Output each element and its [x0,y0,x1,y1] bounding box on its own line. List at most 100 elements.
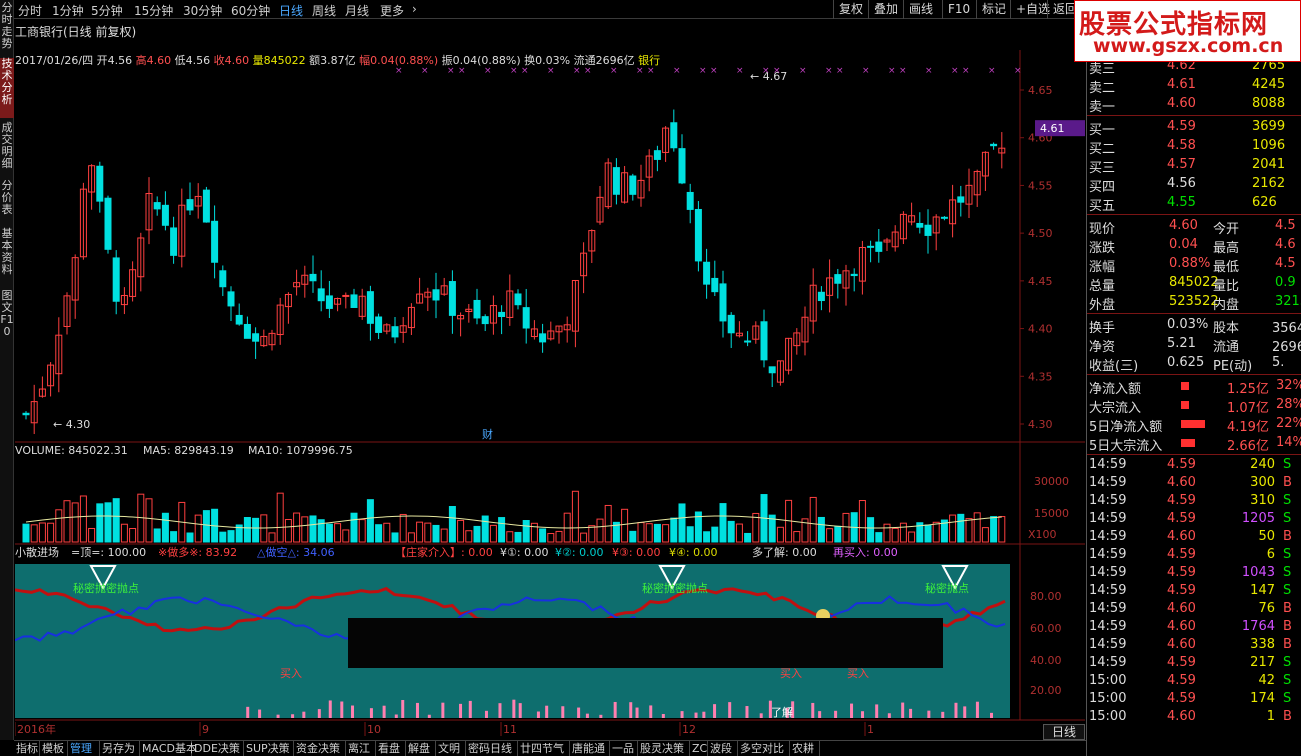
timeframe-0[interactable]: 分时 [18,2,42,19]
signal-mark: × [825,66,833,76]
bottom-tab-2[interactable]: 管理 [68,741,100,756]
bottom-tab-20[interactable]: 农耕 [790,741,820,756]
volume-bar [145,498,153,543]
histogram-bar [518,703,522,718]
timeframe-3[interactable]: 15分钟 [134,2,173,19]
bid-price: 4.58 [1167,138,1196,153]
histogram-bar [468,700,472,718]
understand-label: 了解 [771,705,793,719]
volume-bar [981,527,989,543]
signal-mark: × [988,66,996,76]
left-tab-1[interactable]: 技术分析 [0,58,14,118]
trade-price: 4.60 [1167,619,1196,634]
date-label: 10 [367,723,381,736]
volume-tick-label: 15000 [1034,507,1069,520]
candle-body [924,224,932,236]
left-tab-4[interactable]: 基本资料 [0,228,14,286]
toolbar-button-0[interactable]: 复权 [833,0,868,19]
candle-body [817,291,825,302]
bottom-tab-8[interactable]: 离江 [346,741,376,756]
volume-bar [522,520,530,543]
toolbar-button-3[interactable]: F10 [942,0,975,19]
bottom-tab-0[interactable]: 指标 [14,741,40,756]
indicator-tick-label: 80.00 [1030,590,1062,603]
bottom-tab-6[interactable]: SUP决策 [244,741,294,756]
bottom-tab-10[interactable]: 解盘 [406,741,436,756]
bottom-tab-9[interactable]: 看盘 [376,741,406,756]
bottom-tab-14[interactable]: 唐能通 [570,741,610,756]
indicator-bear: △做空△: 34.06 [257,545,335,559]
timeframe-9[interactable]: 更多 [380,2,404,19]
quote-panel: 卖五4.644.64卖四4.631816卖三4.622765卖二4.614245… [1086,19,1301,756]
left-tab-5[interactable]: 图文F10 [0,290,14,340]
histogram-bar [954,702,958,718]
candle-body [186,199,194,211]
volume-bar [776,526,784,543]
timeframe-8[interactable]: 月线 [345,2,369,19]
left-tab-2[interactable]: 成交明细 [0,122,14,176]
volume-bar [432,524,440,543]
trade-time: 14:59 [1089,655,1127,670]
trade-price: 4.59 [1167,547,1196,562]
bottom-tab-12[interactable]: 密码日线 [466,741,518,756]
left-tab-3[interactable]: 分价表 [0,180,14,224]
candle-body [768,366,776,374]
trade-time: 14:59 [1089,529,1127,544]
volume-bar [711,526,719,543]
timeframe-6[interactable]: 日线 [279,2,303,19]
stat-label-2: 最高 [1213,241,1240,256]
candle-body [104,197,112,250]
ask-row: 卖一 4.60 8088 [1087,95,1301,115]
trade-row: 14:59 4.60 50 B [1087,528,1301,546]
trade-price: 4.59 [1167,457,1196,472]
bottom-tab-11[interactable]: 文明 [436,741,466,756]
bottom-tab-17[interactable]: ZC [690,741,708,756]
bottom-tab-4[interactable]: MACD基本 [140,741,197,756]
volume-bar [227,530,235,543]
histogram-bar [577,707,581,718]
timeframe-7[interactable]: 周线 [312,2,336,19]
flow-pct: 32% [1276,378,1301,393]
histogram-bar [613,701,617,718]
volume-bar [596,518,604,543]
trade-side: S [1283,673,1292,688]
timeframe-5[interactable]: 60分钟 [231,2,270,19]
bottom-tab-18[interactable]: 波段 [708,741,738,756]
bottom-tab-5[interactable]: DDE决策 [192,741,244,756]
volume-bar [55,509,63,543]
fund-row: 净资 5.21 流通 2696亿 [1087,335,1301,355]
trade-row: 14:59 4.59 6 S [1087,546,1301,564]
date-label: 1 [867,723,874,736]
volume-bar [932,521,940,543]
bottom-tab-16[interactable]: 股灵决策 [638,741,690,756]
bottom-tab-13[interactable]: 廿四节气 [518,741,570,756]
flow-pct: 14% [1276,435,1301,450]
volume-bar [219,531,227,543]
toolbar-button-1[interactable]: 叠加 [868,0,903,19]
bottom-tab-3[interactable]: 另存为 [100,741,140,756]
volume-bar [621,508,629,543]
bottom-tab-15[interactable]: 一品 [610,741,638,756]
toolbar-button-2[interactable]: 画线 [903,0,938,19]
timeframe-2[interactable]: 5分钟 [91,2,123,19]
left-tab-0[interactable]: 分时走势 [0,2,14,54]
candle-body [686,191,694,210]
volume-bar [252,517,260,543]
bottom-tab-1[interactable]: 模板 [40,741,68,756]
bid-row: 买五 4.55 626 [1087,194,1301,214]
indicator-name: 小散进场 [15,545,59,559]
candle-body [875,241,883,252]
timeframe-4[interactable]: 30分钟 [183,2,222,19]
bottom-tab-19[interactable]: 多空对比 [738,741,790,756]
bottom-tab-7[interactable]: 资金决策 [294,741,346,756]
toolbar-button-4[interactable]: 标记 [976,0,1011,19]
volume-bar [489,524,497,543]
kline-chart[interactable]: 工商银行(日线 前复权) 2017/01/26/四 开4.56 高4.60 低4… [15,20,1085,740]
timeframe-1[interactable]: 1分钟 [52,2,84,19]
flow-label: 5日净流入额 [1089,420,1163,435]
indicator-more: 多了解: 0.00 [752,545,817,559]
period-selector[interactable]: 日线 [1043,724,1085,740]
stat-value: 4.60 [1169,218,1198,233]
candle-body [850,273,858,277]
more-arrow-icon[interactable]: › [412,2,417,16]
